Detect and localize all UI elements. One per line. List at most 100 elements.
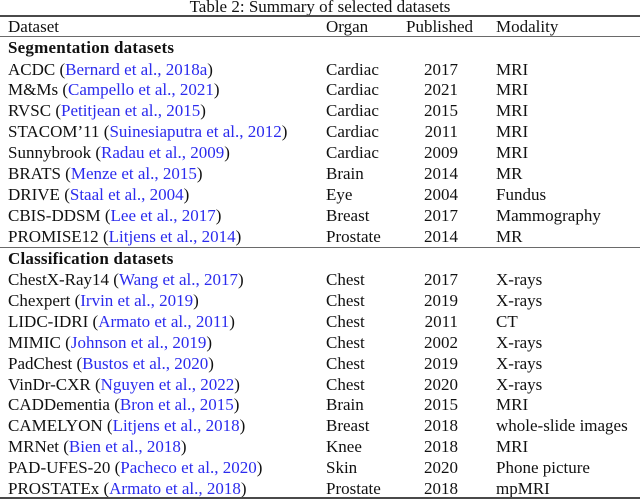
dataset-cell: LIDC-IDRI (Armato et al., 2011): [8, 311, 235, 332]
citation-link[interactable]: Petitjean et al., 2015: [61, 101, 200, 120]
paren-open: (: [59, 184, 70, 204]
citation-link[interactable]: Radau et al., 2009: [101, 143, 224, 162]
citation-link[interactable]: Johnson et al., 2019: [71, 333, 207, 352]
dataset-name: ChestX-Ray14: [8, 270, 110, 289]
modality-cell: mpMRI: [496, 479, 550, 498]
organ-cell: Chest: [326, 311, 365, 331]
paren-close: ): [281, 122, 288, 142]
paren-close: ): [238, 270, 244, 289]
dataset-cell: DRIVE (Staal et al., 2004): [8, 184, 189, 205]
citation-link[interactable]: Staal et al., 2004: [70, 185, 184, 204]
citation-link[interactable]: Bien et al., 2018: [69, 437, 181, 456]
paren-open: (: [60, 332, 71, 352]
published-cell: 2017: [424, 205, 458, 225]
citation-link[interactable]: Pacheco et al., 2020: [120, 458, 256, 477]
citation-link[interactable]: Armato et al., 2011: [98, 312, 229, 331]
organ-cell: Cardiac: [326, 122, 379, 142]
organ-cell: Chest: [326, 374, 365, 394]
published-cell: 2017: [424, 270, 458, 289]
citation-link[interactable]: Campello et al., 2021: [68, 80, 214, 99]
modality-cell: Phone picture: [496, 458, 590, 478]
header-modality: Modality: [496, 17, 559, 36]
header-organ: Organ: [326, 17, 369, 36]
modality-cell: MRI: [496, 395, 529, 415]
table-caption: Table 2: Summary of selected datasets: [189, 0, 451, 16]
header-published: Published: [406, 17, 474, 36]
dataset-name: MIMIC: [8, 332, 61, 352]
published-cell: 2021: [424, 80, 458, 100]
citation-link[interactable]: Litjens et al., 2014: [109, 227, 236, 246]
dataset-cell: MIMIC (Johnson et al., 2019): [8, 332, 212, 353]
modality-cell: X-rays: [496, 353, 543, 373]
paren-open: (: [88, 311, 99, 331]
dataset-cell: PAD-UFES-20 (Pacheco et al., 2020): [8, 457, 262, 478]
section-title: Segmentation datasets: [8, 38, 175, 57]
paren-close: ): [208, 353, 214, 373]
dataset-cell: MRNet (Bien et al., 2018): [8, 436, 187, 457]
dataset-cell: M&Ms (Campello et al., 2021): [8, 79, 220, 100]
citation-link[interactable]: Menze et al., 2015: [71, 164, 197, 183]
paren-open: (: [70, 290, 81, 310]
organ-cell: Knee: [326, 437, 362, 457]
dataset-cell: ACDC (Bernard et al., 2018a): [8, 59, 213, 80]
published-cell: 2017: [424, 59, 458, 79]
dataset-name: PROSTATEx: [8, 479, 100, 498]
paren-open: (: [99, 479, 110, 498]
citation-link[interactable]: Bernard et al., 2018a: [65, 60, 207, 79]
citation-link[interactable]: Litjens et al., 2018: [113, 416, 240, 435]
dataset-cell: RVSC (Petitjean et al., 2015): [8, 100, 206, 121]
paren-close: ): [207, 59, 213, 79]
modality-cell: X-rays: [496, 332, 543, 352]
dataset-name: STACOM’11: [8, 122, 100, 142]
published-cell: 2014: [424, 226, 458, 246]
paren-close: ): [183, 184, 190, 204]
paren-open: (: [110, 458, 121, 478]
dataset-name: BRATS: [8, 164, 61, 183]
organ-cell: Skin: [326, 458, 358, 478]
citation-link[interactable]: Bustos et al., 2020: [82, 354, 208, 373]
paren-open: (: [98, 226, 109, 246]
citation-link[interactable]: Nguyen et al., 2022: [101, 375, 235, 394]
dataset-name: CBIS-DDSM: [8, 205, 101, 225]
paren-open: (: [60, 164, 71, 183]
paren-close: ): [234, 374, 240, 394]
citation-link[interactable]: Bron et al., 2015: [120, 395, 234, 414]
citation-link[interactable]: Irvin et al., 2019: [80, 291, 193, 310]
published-cell: 2019: [424, 353, 458, 373]
paren-close: ): [213, 80, 220, 100]
organ-cell: Cardiac: [326, 80, 379, 100]
dataset-cell: VinDr-CXR (Nguyen et al., 2022): [8, 374, 240, 395]
paren-close: ): [235, 226, 242, 246]
modality-cell: whole-slide images: [496, 416, 628, 436]
modality-cell: MR: [496, 164, 523, 183]
table-row: CAMELYON (Litjens et al., 2018) Breast 201…: [0, 415, 640, 436]
citation-link[interactable]: Wang et al., 2017: [119, 270, 238, 289]
section-title: Classification datasets: [8, 249, 174, 268]
table-row: ACDC (Bernard et al., 2018a) Cardiac 2017 M…: [0, 59, 640, 80]
organ-cell: Eye: [326, 184, 353, 204]
table-row: RVSC (Petitjean et al., 2015) Cardiac 2015…: [0, 100, 640, 121]
dataset-cell: ChestX-Ray14 (Wang et al., 2017): [8, 269, 244, 290]
table-row: M&Ms (Campello et al., 2021) Cardiac 2021 M…: [0, 79, 640, 100]
paren-close: ): [206, 332, 213, 352]
citation-link[interactable]: Lee et al., 2017: [111, 206, 216, 225]
paren-close: ): [233, 395, 240, 415]
citation-link[interactable]: Suinesiaputra et al., 2012: [109, 122, 281, 141]
dataset-cell: PROMISE12 (Litjens et al., 2014): [8, 226, 241, 247]
organ-cell: Prostate: [326, 479, 381, 498]
table-row: VinDr-CXR (Nguyen et al., 2022) Chest 2020…: [0, 374, 640, 395]
paren-close: ): [229, 311, 235, 331]
dataset-name: CADDementia: [8, 395, 110, 415]
citation-link[interactable]: Armato et al., 2018: [109, 479, 241, 498]
modality-cell: MRI: [496, 59, 529, 79]
table-row: MRNet (Bien et al., 2018) Knee 2018 MRI: [0, 436, 640, 457]
published-cell: 2018: [424, 479, 458, 498]
organ-cell: Breast: [326, 416, 370, 436]
dataset-name: MRNet: [8, 437, 59, 457]
paren-open: (: [109, 270, 119, 289]
table-row: LIDC-IDRI (Armato et al., 2011) Chest 2011…: [0, 311, 640, 332]
dataset-name: Sunnybrook: [8, 143, 92, 163]
modality-cell: X-rays: [496, 374, 543, 394]
modality-cell: MRI: [496, 437, 529, 457]
paren-close: ): [193, 290, 199, 310]
